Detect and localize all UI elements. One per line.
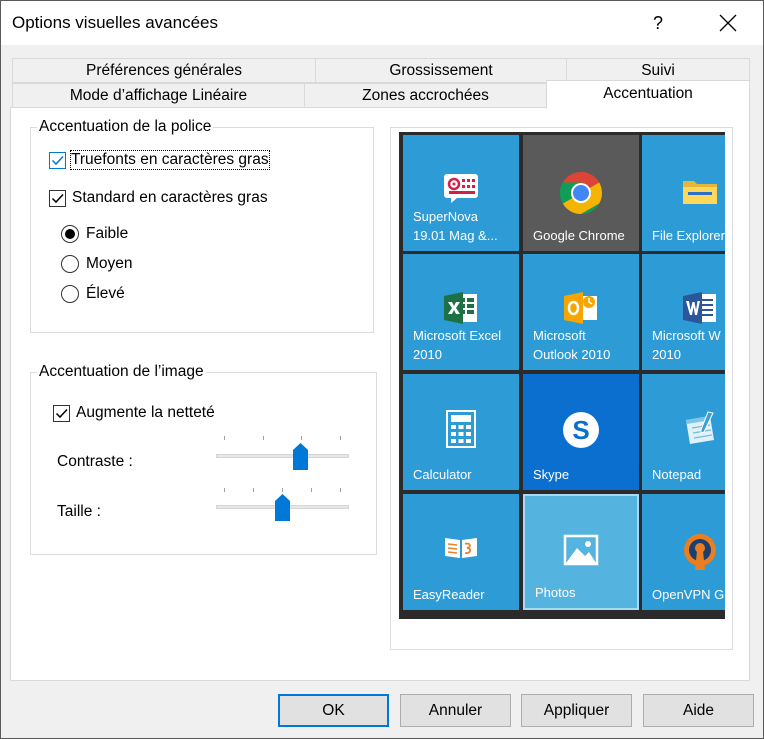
calculator-icon (446, 410, 476, 448)
folder-icon (683, 181, 717, 204)
tile-label: Microsoft Outlook 2010 (533, 328, 611, 362)
notepad-icon (686, 411, 714, 444)
tile-skype: S Skype (523, 374, 639, 490)
tile-label: Notepad (652, 467, 702, 482)
tile-label: File Explorer (652, 228, 725, 243)
radio-moyen-label[interactable]: Moyen (86, 255, 133, 273)
tile-label: Calculator (413, 467, 472, 482)
radio-eleve[interactable] (61, 285, 79, 303)
tab-accentuation[interactable]: Accentuation (546, 80, 750, 109)
tile-excel: Microsoft Excel 2010 (403, 254, 519, 370)
slider-tick (263, 436, 264, 440)
slider-tick (340, 436, 341, 440)
window-title: Options visuelles avancées (12, 13, 219, 32)
photos-icon (563, 534, 599, 566)
tile-outlook: Microsoft Outlook 2010 (523, 254, 639, 370)
checkmark-icon (51, 193, 64, 204)
tile-supernova: SuperNova 19.01 Mag &... (403, 135, 519, 251)
tile-label: EasyReader (413, 587, 485, 602)
slider-tick (301, 436, 302, 440)
tile-openvpn: OpenVPN G (642, 494, 725, 610)
standard-bold-label[interactable]: Standard en caractères gras (72, 189, 268, 207)
tab-mode-affichage-lineaire[interactable]: Mode d’affichage Linéaire (12, 83, 305, 108)
tab-zones-accrochees[interactable]: Zones accrochées (304, 83, 547, 108)
easyreader-icon (445, 538, 477, 558)
openvpn-icon (684, 534, 716, 570)
word-icon (683, 292, 716, 324)
tile-label: Skype (533, 467, 570, 482)
tab-grossissement[interactable]: Grossissement (315, 58, 567, 83)
excel-icon (444, 292, 477, 324)
radio-moyen[interactable] (61, 255, 79, 273)
slider-tick (224, 436, 225, 440)
skype-icon: S (563, 412, 599, 448)
svg-text:S: S (572, 415, 589, 445)
tile-google-chrome: Google Chrome (523, 135, 639, 251)
size-slider-thumb[interactable] (275, 494, 290, 521)
contrast-label: Contraste : (57, 453, 133, 470)
preview-start-menu: SuperNova 19.01 Mag &... Google Chrome F… (399, 132, 725, 619)
standard-bold-checkbox[interactable] (49, 190, 66, 207)
truefonts-label[interactable]: Truefonts en caractères gras (70, 150, 270, 170)
tile-calculator: Calculator (403, 374, 519, 490)
image-emphasis-title: Accentuation de l’image (37, 363, 206, 381)
tile-photos: Photos (523, 494, 639, 610)
slider-tick (224, 488, 225, 492)
tile-label: Photos (535, 585, 576, 600)
ok-button[interactable]: OK (278, 694, 389, 727)
size-label: Taille : (57, 503, 101, 520)
help-button[interactable]: Aide (643, 694, 754, 727)
radio-eleve-label[interactable]: Élevé (86, 285, 125, 303)
checkmark-icon (51, 155, 64, 166)
close-icon (719, 14, 737, 32)
apply-button[interactable]: Appliquer (521, 694, 632, 727)
contrast-slider-thumb[interactable] (292, 443, 308, 470)
tile-file-explorer: File Explorer (642, 135, 725, 251)
tab-preferences-generales[interactable]: Préférences générales (12, 58, 316, 83)
font-emphasis-title: Accentuation de la police (37, 118, 214, 136)
sharpen-label[interactable]: Augmente la netteté (76, 404, 215, 422)
chrome-icon (559, 172, 603, 215)
cancel-button[interactable]: Annuler (400, 694, 511, 727)
supernova-icon (444, 174, 478, 203)
truefonts-checkbox[interactable] (49, 152, 66, 169)
slider-tick (340, 488, 341, 492)
slider-tick (311, 488, 312, 492)
sharpen-checkbox[interactable] (53, 405, 70, 422)
help-title-button[interactable]: ? (635, 7, 681, 39)
tile-label: OpenVPN G (652, 587, 725, 602)
tile-word: Microsoft W 2010 (642, 254, 725, 370)
tile-label: SuperNova 19.01 Mag &... (413, 209, 498, 243)
tile-label: Microsoft Excel 2010 (413, 328, 502, 362)
outlook-icon (564, 292, 597, 324)
slider-tick (253, 488, 254, 492)
close-button[interactable] (705, 7, 751, 39)
title-bar: Options visuelles avancées ? (1, 1, 763, 45)
tile-notepad: Notepad (642, 374, 725, 490)
tile-label: Microsoft W 2010 (652, 328, 721, 362)
tile-label: Google Chrome (533, 228, 625, 243)
checkmark-icon (55, 408, 68, 419)
radio-selected-dot (65, 229, 75, 239)
radio-faible[interactable] (61, 225, 79, 243)
contrast-slider-track[interactable] (216, 454, 349, 458)
slider-tick (282, 488, 283, 492)
tile-easyreader: EasyReader (403, 494, 519, 610)
radio-faible-label[interactable]: Faible (86, 225, 128, 243)
